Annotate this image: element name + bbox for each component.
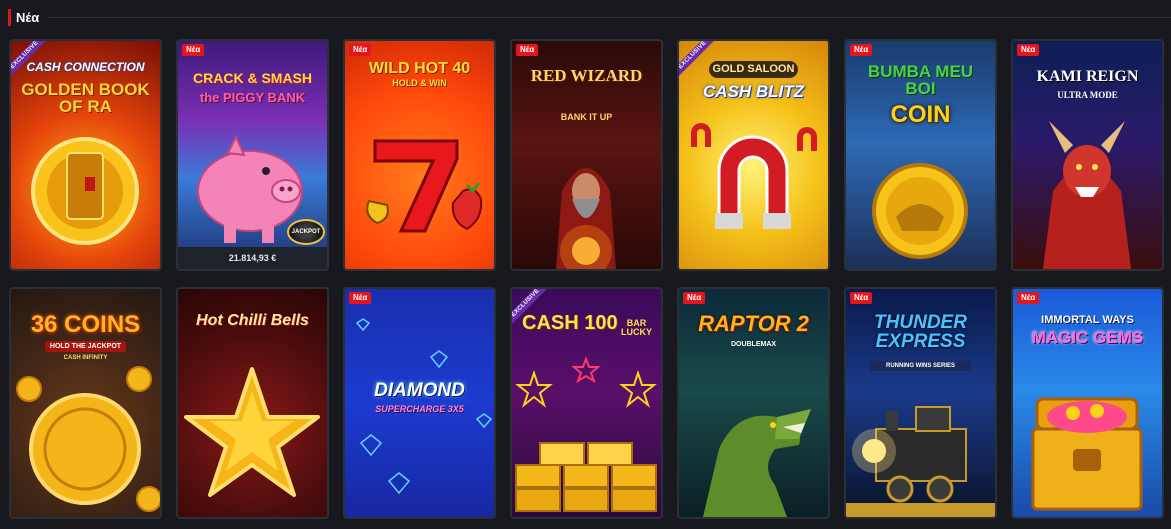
new-badge: Νέα: [349, 44, 372, 56]
game-title: BUMBA MEU BOI: [867, 62, 974, 98]
game-subtitle: RUNNING WINS SERIES: [870, 361, 971, 371]
game-tile-bumba-meu-boi-coin[interactable]: Νέα BUMBA MEU BOI COIN: [844, 39, 997, 271]
section-header: Νέα: [0, 0, 1171, 34]
game-artwork: [11, 41, 160, 269]
jackpot-amount: 21.814,93 €: [178, 247, 327, 269]
game-title: 36 COINS: [30, 311, 141, 338]
game-subtitle: CASH BLITZ: [702, 82, 805, 101]
game-title: RAPTOR 2: [698, 311, 809, 336]
game-tile-immortal-ways-magic-gems[interactable]: Νέα IMMORTAL WAYS MAGIC GEMS: [1011, 287, 1164, 519]
game-tile-wild-hot-40[interactable]: Νέα WILD HOT 40 HOLD & WIN: [343, 39, 496, 271]
game-tile-gold-saloon-cash-blitz[interactable]: EXCLUSIVE GOLD SALOON CASH BLITZ: [677, 39, 830, 271]
new-badge: Νέα: [850, 44, 873, 56]
game-title: IMMORTAL WAYS: [1041, 314, 1134, 326]
jackpot-logo: JACKPOT: [287, 219, 325, 245]
game-tile-36-coins[interactable]: 36 COINS HOLD THE JACKPOT CASH INFINITY: [9, 287, 162, 519]
new-badge: Νέα: [349, 292, 372, 304]
game-title: DIAMOND: [374, 380, 465, 401]
game-tile-diamond-supercharge[interactable]: Νέα DIAMOND SUPERCHARGE 3X5: [343, 287, 496, 519]
game-title: CRACK & SMASH: [193, 70, 312, 86]
section-title: Νέα: [16, 10, 40, 25]
game-grid: EXCLUSIVE CASH CONNECTION GOLDEN BOOK OF…: [9, 39, 1164, 519]
game-title: CASH 100: [522, 312, 618, 334]
game-subtitle: COIN: [890, 101, 951, 128]
game-title: CASH CONNECTION: [26, 60, 145, 74]
game-subtitle: GOLDEN BOOK OF RA: [21, 80, 150, 116]
game-subtitle: MAGIC GEMS: [1031, 328, 1144, 347]
section-accent-bar: [8, 9, 11, 26]
game-tile-golden-book-of-ra[interactable]: EXCLUSIVE CASH CONNECTION GOLDEN BOOK OF…: [9, 39, 162, 271]
game-subtitle: DOUBLEMAX: [730, 341, 777, 348]
game-title: THUNDER EXPRESS: [874, 312, 967, 352]
game-subtitle: ULTRA MODE: [1057, 90, 1118, 100]
game-tagline: CASH INFINITY: [63, 355, 108, 361]
game-title: KAMI REIGN: [1036, 68, 1139, 85]
game-tile-kami-reign[interactable]: Νέα KAMI REIGN ULTRA MODE: [1011, 39, 1164, 271]
game-tile-thunder-express[interactable]: Νέα THUNDER EXPRESS RUNNING WINS SERIES: [844, 287, 997, 519]
game-subtitle: the PIGGY BANK: [199, 90, 306, 105]
game-title: Hot Chilli Bells: [196, 312, 309, 329]
game-subtitle: BAR LUCKY: [621, 318, 652, 337]
game-title: WILD HOT 40: [368, 60, 471, 77]
new-badge: Νέα: [683, 292, 706, 304]
game-tile-crack-smash-piggy-bank[interactable]: Νέα CRACK & SMASH the PIGGY BANK JACKPOT…: [176, 39, 329, 271]
new-badge: Νέα: [850, 292, 873, 304]
game-subtitle: BANK IT UP: [560, 112, 613, 122]
game-title: RED WIZARD: [530, 66, 643, 85]
game-tile-red-wizard[interactable]: Νέα RED WIZARD BANK IT UP: [510, 39, 663, 271]
new-badge: Νέα: [182, 44, 205, 56]
game-artwork: [345, 289, 494, 517]
game-tile-raptor-2[interactable]: Νέα RAPTOR 2 DOUBLEMAX: [677, 287, 830, 519]
new-badge: Νέα: [1017, 292, 1040, 304]
game-tile-hot-chilli-bells[interactable]: Hot Chilli Bells: [176, 287, 329, 519]
game-title: GOLD SALOON: [709, 61, 798, 78]
game-subtitle: SUPERCHARGE 3X5: [375, 404, 464, 414]
new-badge: Νέα: [516, 44, 539, 56]
new-badge: Νέα: [1017, 44, 1040, 56]
game-subtitle: HOLD & WIN: [392, 78, 447, 88]
game-subtitle: HOLD THE JACKPOT: [45, 341, 126, 352]
game-tile-cash-100[interactable]: EXCLUSIVE CASH 100 BAR LUCKY: [510, 287, 663, 519]
section-divider: [48, 17, 1171, 18]
